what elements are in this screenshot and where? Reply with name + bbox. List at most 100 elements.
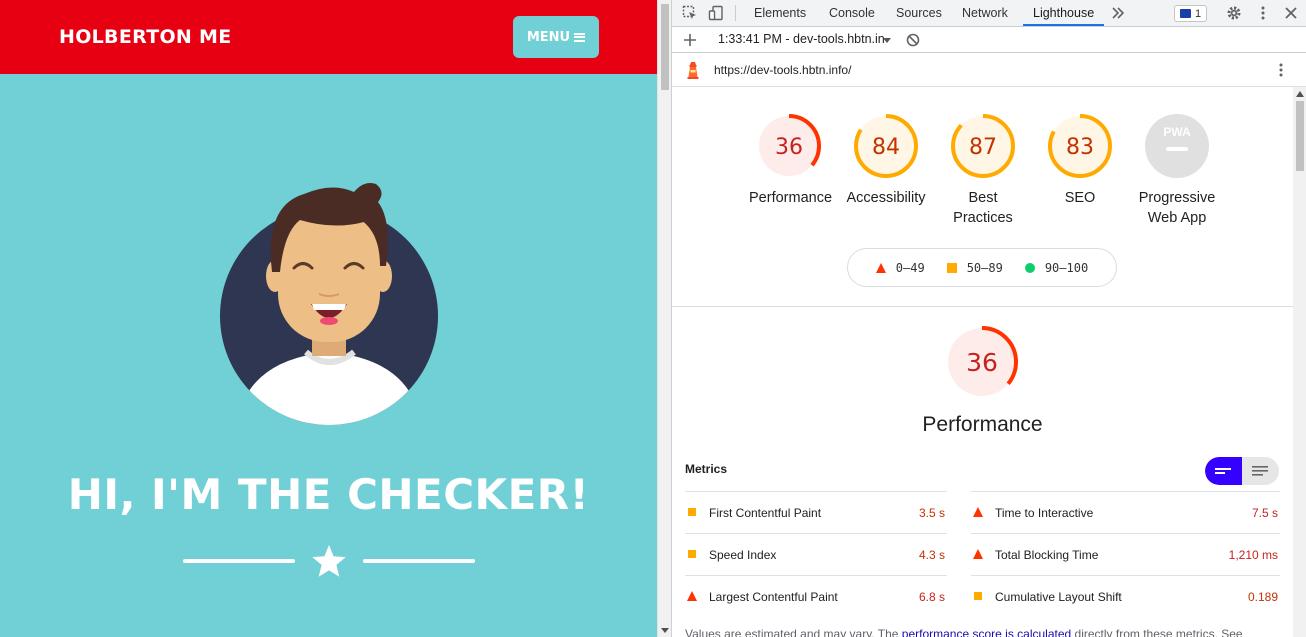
metric-time-to-interactive: Time to Interactive 7.5 s: [971, 491, 1280, 533]
category-gauge-accessibility[interactable]: 84 Accessibility: [846, 113, 926, 208]
gauge-ring-accessibility: 84: [854, 114, 918, 178]
tab-sources[interactable]: Sources: [886, 0, 952, 26]
category-label-pwa: Progressive Web App: [1138, 190, 1216, 226]
menu-label: MENU: [526, 29, 571, 45]
metric-total-blocking-time: Total Blocking Time 1,210 ms: [971, 533, 1280, 575]
tab-elements[interactable]: Elements: [744, 0, 816, 26]
star-icon: [312, 545, 346, 577]
metric-value: 4.3 s: [918, 548, 945, 562]
report-menu-kebab-icon[interactable]: [1273, 62, 1289, 78]
category-gauge-best-practices[interactable]: 87 Best Practices: [943, 113, 1023, 228]
gauge-ring-best-practices: 87: [951, 114, 1015, 178]
footnote-prefix: Values are estimated and may vary. The: [685, 627, 902, 637]
report-selector[interactable]: 1:33:41 PM - dev-tools.hbtn.in: [718, 32, 885, 46]
metric-rating-icon: [973, 549, 983, 559]
close-devtools-icon[interactable]: [1283, 5, 1299, 21]
legend-pass: 90–100: [1024, 261, 1088, 275]
metric-name: First Contentful Paint: [709, 506, 822, 520]
report-url[interactable]: https://dev-tools.hbtn.info/: [714, 63, 851, 77]
expanded-view-toggle-button[interactable]: [1242, 457, 1279, 485]
footnote-suffix: directly from these metrics. See: [1071, 627, 1243, 637]
report-dropdown-caret-icon[interactable]: [883, 38, 891, 43]
performance-section-title: Performance: [922, 413, 1043, 436]
category-gauge-pwa[interactable]: PWA Progressive Web App: [1132, 113, 1222, 228]
category-gauge-performance[interactable]: 36 Performance: [749, 113, 833, 208]
site-brand[interactable]: HOLBERTON ME: [59, 26, 232, 48]
report-scrollbar[interactable]: [1293, 87, 1306, 637]
scroll-down-arrow-icon[interactable]: [661, 628, 669, 633]
metrics-heading: Metrics: [685, 462, 728, 476]
legend-fail: 0–49: [875, 260, 925, 275]
tab-lighthouse[interactable]: Lighthouse: [1023, 0, 1105, 26]
gauge-score: 83: [1066, 135, 1094, 160]
pwa-badge-icon: PWA: [1145, 114, 1209, 178]
hero-title: HI, I'M THE CHECKER!: [67, 470, 590, 519]
gauge-ring-seo: 83: [1048, 114, 1112, 178]
category-label-performance: Performance: [749, 190, 833, 206]
section-divider: [672, 306, 1293, 307]
page-scroll-thumb[interactable]: [661, 4, 669, 90]
new-report-plus-icon[interactable]: [682, 32, 698, 48]
average-square-icon: [946, 262, 957, 273]
toolbar-separator: [735, 5, 736, 21]
issues-count: 1: [1195, 7, 1202, 20]
pass-circle-icon: [1024, 262, 1035, 273]
metric-value: 3.5 s: [918, 506, 945, 520]
settings-gear-icon[interactable]: [1226, 5, 1242, 21]
metric-rating-icon: [974, 592, 982, 600]
metric-rating-icon: [688, 508, 696, 516]
report-url-bar: https://dev-tools.hbtn.info/: [672, 53, 1306, 87]
metric-value: 7.5 s: [1251, 506, 1278, 520]
compact-view-icon: [1215, 468, 1231, 474]
metric-largest-contentful-paint: Largest Contentful Paint 6.8 s: [685, 575, 947, 617]
more-tabs-chevron-icon[interactable]: [1112, 6, 1124, 20]
device-toolbar-icon[interactable]: [708, 5, 724, 21]
metric-value: 6.8 s: [918, 590, 945, 604]
pwa-badge-text: PWA: [1163, 125, 1191, 139]
devtools-panel: Elements Console Sources Network Lightho…: [671, 0, 1306, 637]
more-options-kebab-icon[interactable]: [1255, 5, 1271, 21]
metric-name: Largest Contentful Paint: [709, 590, 838, 604]
metric-name: Time to Interactive: [995, 506, 1094, 520]
category-label-seo: SEO: [1064, 190, 1096, 206]
gauge-score: 84: [872, 135, 900, 160]
category-gauge-seo[interactable]: 83 SEO: [1040, 113, 1120, 208]
performance-score-calculated-link[interactable]: performance score is calculated: [902, 627, 1071, 637]
metric-speed-index: Speed Index 4.3 s: [685, 533, 947, 575]
inspect-element-icon[interactable]: [682, 5, 698, 21]
expanded-view-icon: [1252, 466, 1268, 476]
gauge-score: 87: [969, 135, 997, 160]
page-scrollbar[interactable]: [657, 0, 671, 637]
issues-badge[interactable]: 1: [1174, 5, 1208, 22]
devtools-tab-bar: Elements Console Sources Network Lightho…: [672, 0, 1306, 27]
divider-line-right: [363, 559, 475, 563]
metrics-view-toggle[interactable]: [1205, 457, 1279, 485]
legend-average: 50–89: [946, 261, 1003, 275]
compact-view-toggle-button[interactable]: [1205, 457, 1242, 485]
metric-value: 1,210 ms: [1228, 548, 1278, 562]
message-icon: [1180, 9, 1191, 18]
menu-button[interactable]: MENU: [513, 16, 599, 58]
metric-rating-icon: [688, 550, 696, 558]
metric-first-contentful-paint: First Contentful Paint 3.5 s: [685, 491, 947, 533]
metrics-footnote: Values are estimated and may vary. The p…: [685, 627, 1285, 637]
metric-value: 0.189: [1247, 590, 1278, 604]
metric-cumulative-layout-shift: Cumulative Layout Shift 0.189: [971, 575, 1280, 617]
report-scroll-thumb[interactable]: [1296, 101, 1304, 171]
lighthouse-logo-icon: [687, 62, 699, 79]
performance-gauge-large: 36: [946, 326, 1018, 398]
avatar: [220, 183, 438, 425]
clear-reports-block-icon[interactable]: [905, 32, 921, 48]
lighthouse-toolbar: 1:33:41 PM - dev-tools.hbtn.in: [672, 27, 1306, 53]
category-label-best-practices: Best Practices: [953, 190, 1013, 226]
tab-network[interactable]: Network: [952, 0, 1018, 26]
legend-fail-range: 0–49: [895, 260, 925, 275]
metric-rating-icon: [973, 507, 983, 517]
divider-line-left: [183, 559, 295, 563]
tab-console[interactable]: Console: [819, 0, 885, 26]
metric-rating-icon: [687, 591, 697, 601]
gauge-score: 36: [775, 135, 803, 160]
fail-triangle-icon: [875, 262, 886, 273]
scroll-up-arrow-icon[interactable]: [1296, 91, 1304, 97]
hamburger-icon: [574, 32, 586, 42]
